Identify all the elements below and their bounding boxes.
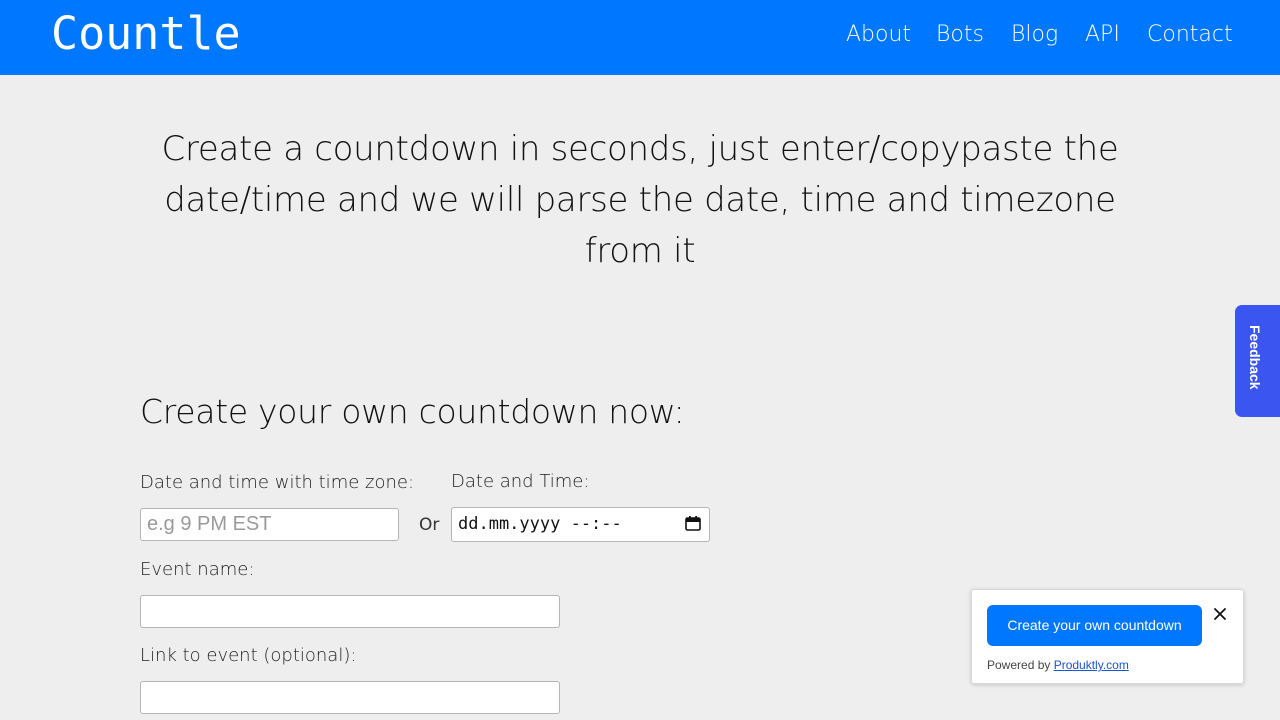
event-name-input[interactable] — [140, 595, 560, 628]
tz-input[interactable]: e.g 9 PM EST — [140, 508, 399, 541]
powered-by: Powered by Produktly.com — [987, 658, 1129, 672]
dt-label: Date and Time: — [451, 471, 590, 492]
top-header: Countle About Bots Blog API Contact — [0, 0, 1280, 75]
or-separator: Or — [419, 515, 440, 535]
feedback-label: Feedback — [1247, 325, 1263, 390]
main-nav: About Bots Blog API Contact — [0, 20, 1280, 50]
produktly-link[interactable]: Produktly.com — [1054, 658, 1129, 672]
event-name-label: Event name: — [140, 559, 255, 580]
feedback-tab[interactable]: Feedback — [1235, 305, 1280, 417]
calendar-icon[interactable] — [685, 515, 701, 531]
event-link-label: Link to event (optional): — [140, 645, 357, 666]
produktly-popup: Create your own countdown Powered by Pro… — [971, 589, 1244, 684]
close-icon[interactable] — [1212, 606, 1228, 622]
tz-placeholder: e.g 9 PM EST — [147, 513, 272, 535]
hero-line-2: date/time and we will parse the date, ti… — [164, 180, 1116, 220]
tz-label: Date and time with time zone: — [140, 472, 415, 493]
form-title: Create your own countdown now: — [140, 392, 685, 431]
hero-line-1: Create a countdown in seconds, just ente… — [161, 129, 1119, 169]
event-link-input[interactable] — [140, 681, 560, 714]
nav-bots-link[interactable]: Bots — [936, 20, 984, 50]
nav-contact-link[interactable]: Contact — [1147, 20, 1233, 50]
hero-description: Create a countdown in seconds, just ente… — [160, 124, 1120, 277]
nav-about-link[interactable]: About — [846, 20, 911, 50]
hero-line-3: from it — [584, 231, 696, 271]
create-countdown-button[interactable]: Create your own countdown — [987, 605, 1202, 646]
nav-api-link[interactable]: API — [1085, 20, 1120, 50]
datetime-value: dd.mm.yyyy --:-- — [458, 514, 622, 534]
page: Countle About Bots Blog API Contact Crea… — [0, 0, 1280, 720]
datetime-input[interactable]: dd.mm.yyyy --:-- — [451, 507, 710, 542]
nav-blog-link[interactable]: Blog — [1011, 20, 1058, 50]
powered-prefix: Powered by — [987, 658, 1054, 672]
